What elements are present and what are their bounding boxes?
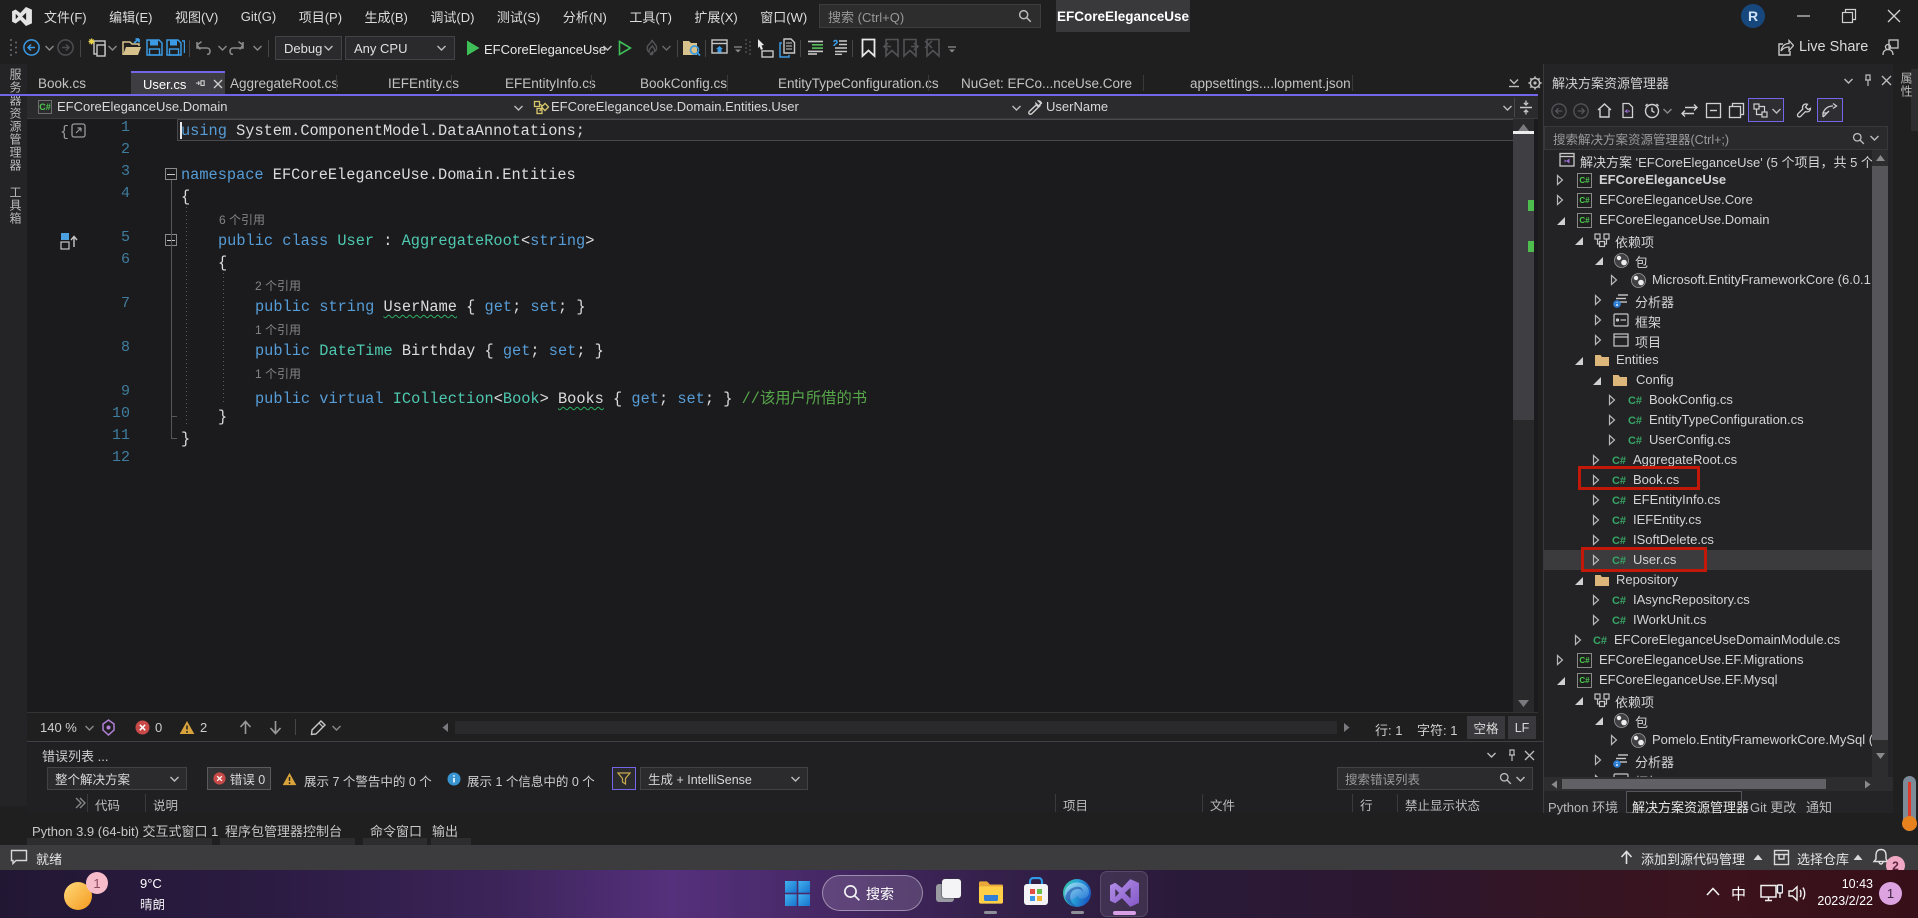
svg-text:{: { xyxy=(60,124,69,141)
